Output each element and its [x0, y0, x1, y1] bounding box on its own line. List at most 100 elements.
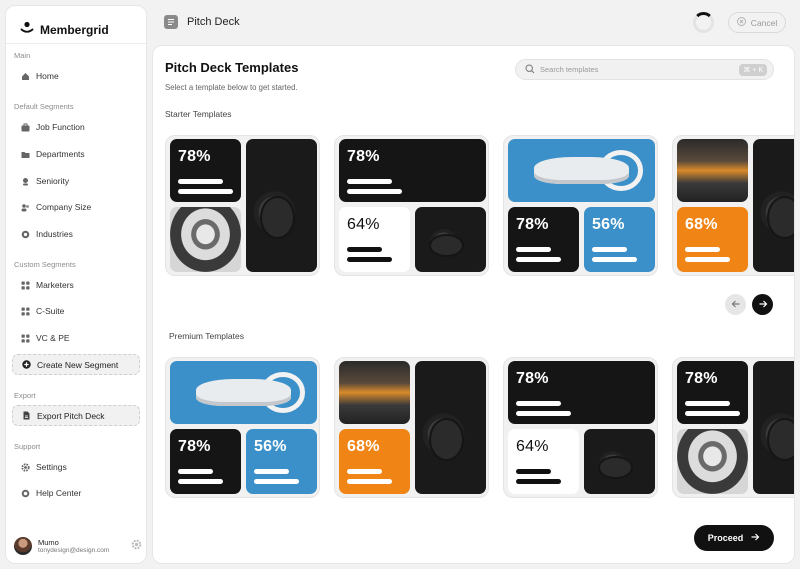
sidebar-item-industries[interactable]: Industries	[12, 224, 140, 244]
robot-photo	[339, 361, 410, 424]
stat-bar	[347, 189, 402, 194]
device-image	[430, 419, 462, 460]
stat-tile: 78%	[508, 207, 579, 272]
stat-tile: 56%	[246, 429, 317, 494]
stat-tile: 56%	[584, 207, 655, 272]
stat-value: 78%	[516, 370, 549, 387]
stat-bar	[516, 469, 551, 474]
scrollbar[interactable]	[794, 52, 795, 317]
device-image	[261, 197, 293, 238]
brand-name: Membergrid	[40, 22, 109, 37]
stat-value: 78%	[347, 148, 380, 165]
template-card-starter-1[interactable]: 78%	[165, 135, 320, 276]
create-segment-button[interactable]: Create New Segment	[12, 354, 140, 375]
carousel-prev-button[interactable]	[725, 294, 746, 315]
stat-bar	[178, 469, 213, 474]
sidebar-item-label: Export Pitch Deck	[37, 410, 105, 421]
sidebar-item-company-size[interactable]: Company Size	[12, 197, 140, 217]
user-settings-icon[interactable]	[131, 537, 142, 555]
sidebar-item-home[interactable]: Home	[12, 66, 140, 86]
user-profile[interactable]: Mumo tonydesign@design.com	[14, 537, 142, 555]
stat-bar	[685, 247, 720, 252]
stat-tile: 68%	[339, 429, 410, 494]
sidebar-item-c-suite[interactable]: C-Suite	[12, 301, 140, 321]
plus-circle-icon	[22, 360, 31, 369]
sidebar-item-marketers[interactable]: Marketers	[12, 275, 140, 295]
stat-bar	[516, 401, 561, 406]
carousel-next-button[interactable]	[752, 294, 773, 315]
sidebar-item-vc-pe[interactable]: VC & PE	[12, 328, 140, 348]
cancel-label: Cancel	[750, 17, 778, 28]
stat-bar	[178, 479, 223, 484]
search-input[interactable]: Search templates ⌘ + K	[515, 59, 774, 80]
portrait-photo	[170, 207, 241, 272]
header: Pitch Deck Cancel	[152, 5, 795, 41]
stat-bar	[685, 411, 740, 416]
sidebar-item-label: Seniority	[36, 176, 70, 186]
search-shortcut: ⌘ + K	[739, 63, 767, 76]
document-icon	[22, 411, 31, 420]
user-email: tonydesign@design.com	[38, 546, 110, 554]
sidebar-item-export-pitch-deck[interactable]: Export Pitch Deck	[12, 405, 140, 426]
product-photo	[246, 139, 317, 272]
stat-value: 56%	[254, 438, 287, 455]
sidebar-item-job-function[interactable]: Job Function	[12, 117, 140, 137]
template-card-starter-3[interactable]: 78% 56%	[503, 135, 658, 276]
sidebar-item-label: Job Function	[36, 122, 85, 132]
sidebar-item-label: C-Suite	[36, 306, 65, 316]
stat-value: 56%	[592, 216, 625, 233]
template-card-premium-1[interactable]: 78% 56%	[165, 357, 320, 498]
stat-bar	[347, 257, 392, 262]
cancel-button[interactable]: Cancel	[728, 12, 786, 33]
gear-icon	[21, 462, 30, 472]
user-name: Mumo	[38, 537, 59, 547]
loading-spinner-icon	[693, 12, 714, 33]
briefcase-icon	[21, 123, 30, 132]
stat-tile: 68%	[677, 207, 748, 272]
sidebar: Membergrid Main Home Default Segments Jo…	[5, 5, 147, 564]
page-subtitle: Select a template below to get started.	[165, 83, 298, 92]
stat-bar	[347, 479, 392, 484]
section-label-custom-segments: Custom Segments	[14, 260, 76, 269]
template-card-starter-4[interactable]: 68%	[672, 135, 794, 276]
brand[interactable]: Membergrid	[20, 20, 109, 39]
sidebar-item-label: Home	[36, 71, 59, 81]
stat-value: 78%	[685, 370, 718, 387]
device-image	[768, 419, 794, 460]
robot-photo	[677, 139, 748, 202]
template-card-premium-4[interactable]: 78%	[672, 357, 794, 498]
sidebar-item-departments[interactable]: Departments	[12, 144, 140, 164]
home-icon	[21, 72, 30, 81]
arrow-right-icon	[758, 296, 768, 314]
template-card-premium-3[interactable]: 78% 64%	[503, 357, 658, 498]
sidebar-item-label: Help Center	[36, 488, 82, 498]
sidebar-item-settings[interactable]: Settings	[12, 457, 140, 477]
stat-bar	[254, 469, 289, 474]
proceed-button[interactable]: Proceed	[694, 525, 774, 551]
stat-bar	[178, 179, 223, 184]
sidebar-item-seniority[interactable]: Seniority	[12, 171, 140, 191]
headset-photo	[170, 361, 317, 424]
sidebar-item-help-center[interactable]: Help Center	[12, 483, 140, 503]
stat-tile: 78%	[170, 139, 241, 202]
header-title: Pitch Deck	[187, 16, 240, 28]
help-icon	[21, 489, 30, 498]
stat-bar	[685, 257, 730, 262]
stat-bar	[592, 247, 627, 252]
stat-bar	[516, 411, 571, 416]
sidebar-item-label: Marketers	[36, 280, 74, 290]
template-card-premium-2[interactable]: 68%	[334, 357, 489, 498]
stat-tile: 78%	[170, 429, 241, 494]
stat-bar	[347, 179, 392, 184]
arrow-left-icon	[731, 296, 741, 314]
stat-bar	[254, 479, 299, 484]
proceed-label: Proceed	[707, 533, 744, 543]
template-card-starter-2[interactable]: 78% 64%	[334, 135, 489, 276]
section-label-support: Support	[14, 442, 41, 451]
stat-bar	[178, 189, 233, 194]
starter-templates-title: Starter Templates	[165, 109, 232, 119]
grid-icon	[21, 334, 30, 343]
device-image	[599, 457, 631, 478]
stat-tile: 64%	[508, 429, 579, 494]
section-label-export: Export	[14, 391, 36, 400]
